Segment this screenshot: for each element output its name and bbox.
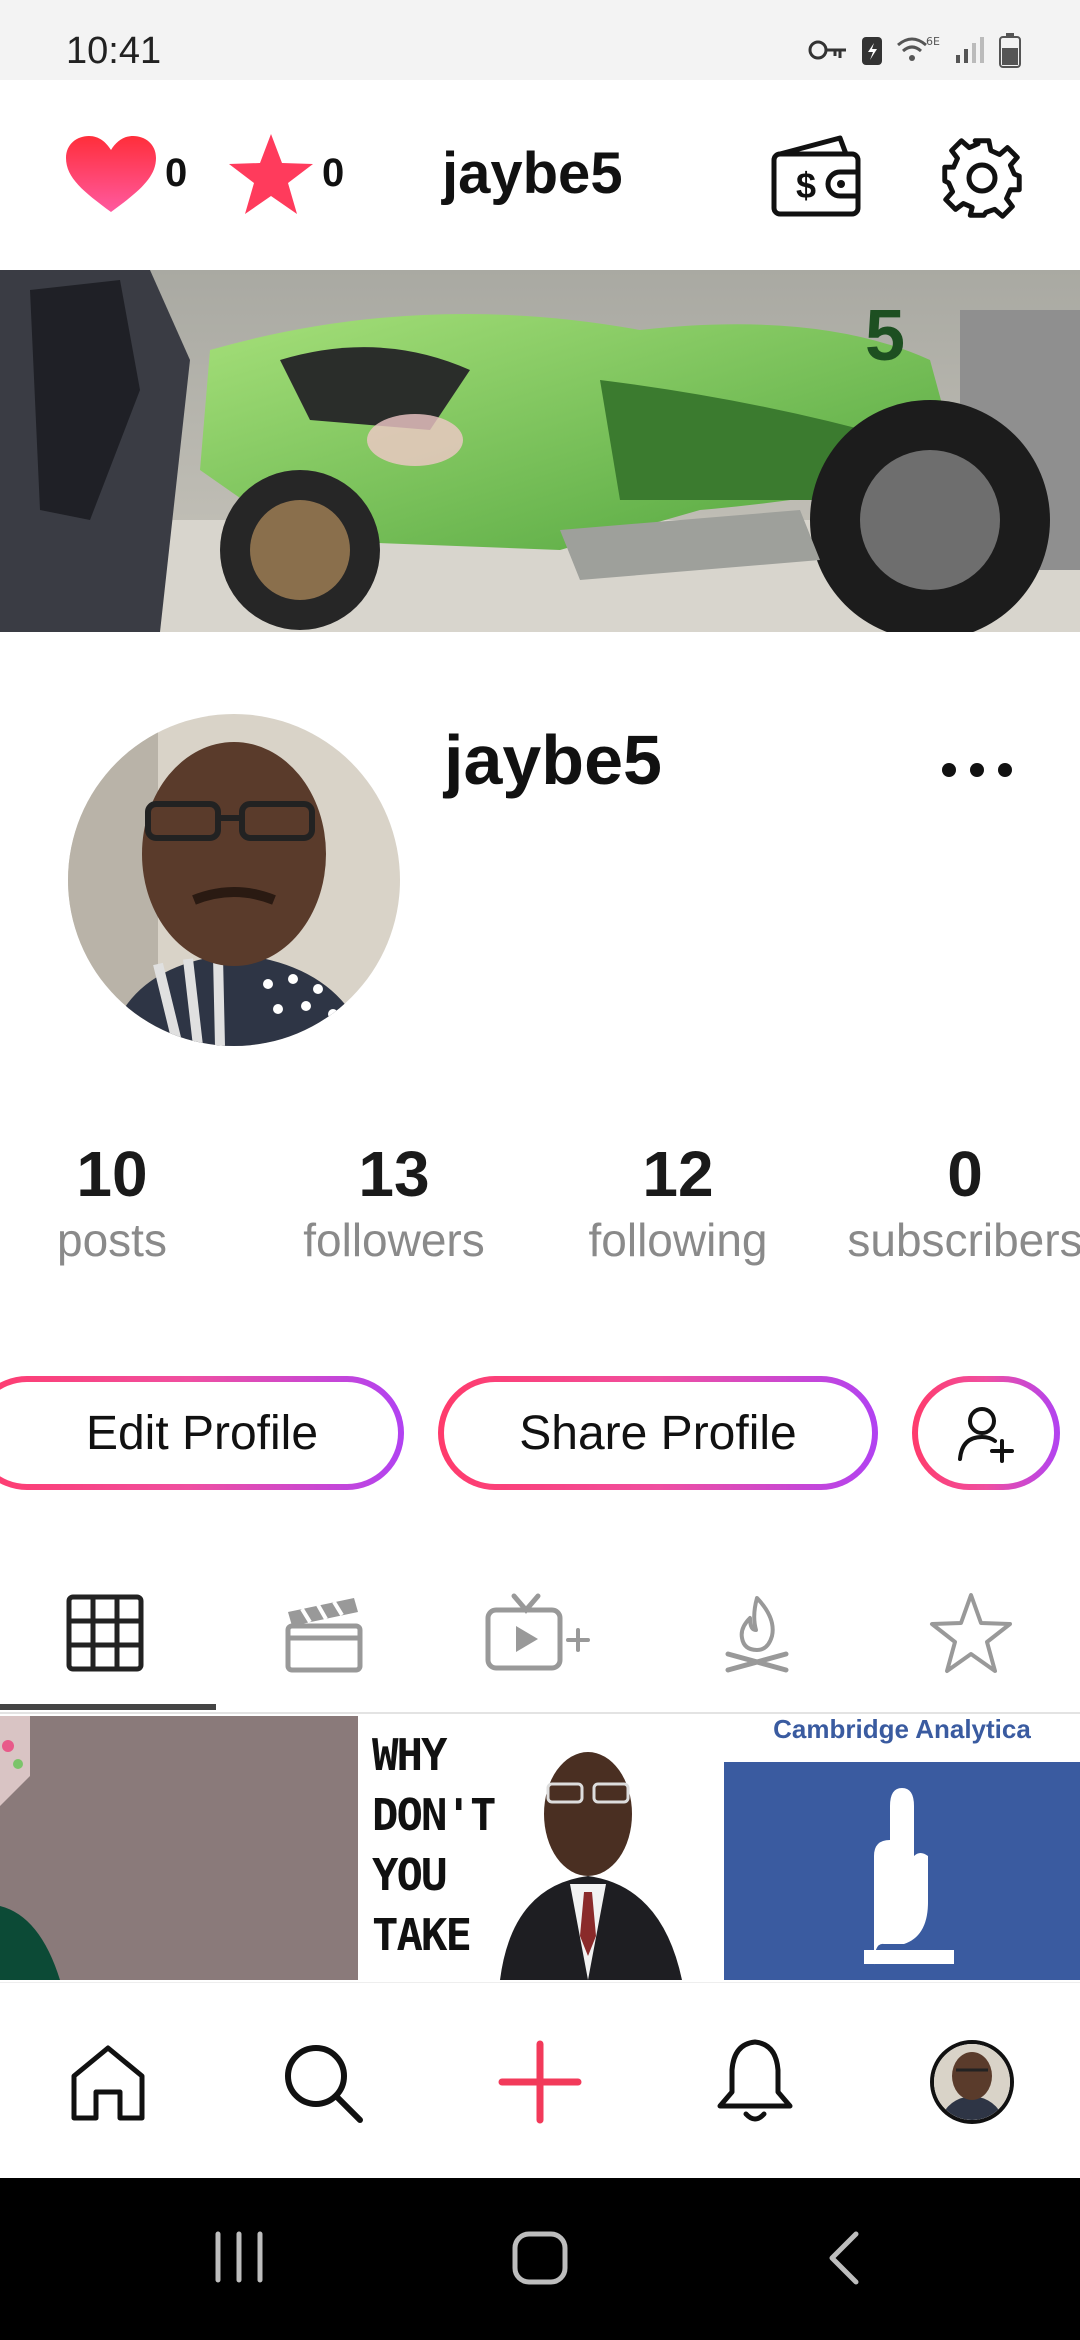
- back-button[interactable]: [824, 2230, 864, 2291]
- more-horizontal-icon: [942, 763, 1012, 777]
- grid-post-1[interactable]: [0, 1716, 358, 1980]
- status-time: 10:41: [66, 30, 162, 72]
- avatar-photo: [68, 714, 400, 1046]
- star-outline-icon: [930, 1593, 1012, 1673]
- stat-followers-value: 13: [358, 1138, 430, 1210]
- likes-counter[interactable]: [64, 134, 158, 221]
- stat-subscribers[interactable]: 0 subscribers: [830, 1138, 1080, 1270]
- add-friend-button[interactable]: [912, 1376, 1060, 1490]
- post-3-caption: Cambridge Analytica: [773, 1716, 1031, 1744]
- wallet-button[interactable]: $: [770, 132, 866, 223]
- settings-button[interactable]: [940, 136, 1024, 225]
- svg-text:5: 5: [865, 296, 905, 376]
- tab-favorites[interactable]: [928, 1590, 1014, 1681]
- battery-saver-icon: [862, 37, 882, 65]
- profile-username: jaybe5: [444, 721, 662, 799]
- svg-text:$: $: [796, 165, 816, 206]
- banner-image: 5: [0, 270, 1080, 632]
- clapperboard-icon: [285, 1598, 363, 1673]
- search-icon: [285, 2045, 363, 2123]
- wifi-6e-icon: 6E: [897, 35, 940, 61]
- signal-icon: [956, 37, 984, 63]
- profile-avatar[interactable]: [68, 714, 400, 1046]
- stat-subscribers-label: subscribers: [847, 1214, 1080, 1266]
- avatar: [934, 2044, 1010, 2120]
- recents-icon: [215, 2231, 263, 2283]
- home-square-icon: [512, 2231, 568, 2285]
- status-icons: 6E: [808, 32, 1022, 68]
- campfire-icon: [725, 1596, 789, 1673]
- header-username: jaybe5: [442, 141, 623, 206]
- nav-create[interactable]: [498, 2040, 582, 2129]
- tab-tv[interactable]: [484, 1592, 594, 1679]
- active-tab-indicator: [0, 1704, 216, 1710]
- stat-subscribers-value: 0: [947, 1138, 983, 1210]
- nav-search[interactable]: [282, 2042, 364, 2129]
- stars-counter[interactable]: [226, 130, 316, 225]
- nav-home[interactable]: [68, 2042, 148, 2129]
- add-user-icon: [958, 1407, 1014, 1463]
- post-thumbnail-3: [724, 1716, 1080, 1980]
- star-icon: [229, 134, 313, 214]
- stat-posts-label: posts: [57, 1214, 167, 1266]
- stat-followers-label: followers: [303, 1214, 485, 1266]
- tv-plus-icon: [485, 1593, 590, 1671]
- tab-grid[interactable]: [66, 1594, 144, 1677]
- tab-divider: [0, 1712, 1080, 1714]
- back-chevron-icon: [829, 2231, 859, 2285]
- add-icon: [498, 2040, 582, 2124]
- tab-campfire[interactable]: [722, 1592, 792, 1679]
- wallet-icon: $: [771, 135, 861, 217]
- tab-clips[interactable]: [284, 1594, 364, 1679]
- key-icon: [808, 40, 846, 60]
- stat-following-label: following: [588, 1214, 768, 1266]
- nav-profile-avatar[interactable]: [930, 2040, 1014, 2124]
- share-profile-label: Share Profile: [444, 1382, 872, 1484]
- profile-banner[interactable]: 5: [0, 270, 1080, 632]
- add-friend-inner: [918, 1382, 1054, 1484]
- heart-icon: [66, 136, 156, 212]
- more-options-button[interactable]: [934, 740, 1020, 800]
- stat-posts[interactable]: 10 posts: [22, 1138, 202, 1270]
- svg-text:6E: 6E: [926, 35, 940, 48]
- nav-notifications[interactable]: [714, 2036, 796, 2129]
- stat-following-value: 12: [642, 1138, 714, 1210]
- grid-post-2[interactable]: WHY DON'T YOU TAKE: [362, 1716, 720, 1980]
- likes-count: 0: [165, 151, 188, 195]
- edit-profile-label: Edit Profile: [0, 1382, 398, 1484]
- post-thumbnail-1: [0, 1716, 358, 1980]
- edit-profile-button[interactable]: Edit Profile: [0, 1376, 404, 1490]
- stars-count: 0: [322, 151, 345, 195]
- grid-icon: [66, 1594, 144, 1672]
- grid-post-3[interactable]: Cambridge Analytica: [724, 1716, 1080, 1980]
- bell-icon: [717, 2039, 793, 2122]
- stat-followers[interactable]: 13 followers: [284, 1138, 504, 1270]
- post-2-caption: WHY DON'T YOU TAKE: [372, 1730, 496, 1961]
- share-profile-button[interactable]: Share Profile: [438, 1376, 878, 1490]
- stat-following[interactable]: 12 following: [568, 1138, 788, 1270]
- home-system-button[interactable]: [510, 2230, 570, 2291]
- battery-icon: [999, 33, 1021, 68]
- recents-button[interactable]: [210, 2230, 268, 2289]
- gear-icon: [942, 138, 1022, 219]
- home-icon: [71, 2045, 145, 2121]
- stat-posts-value: 10: [76, 1138, 148, 1210]
